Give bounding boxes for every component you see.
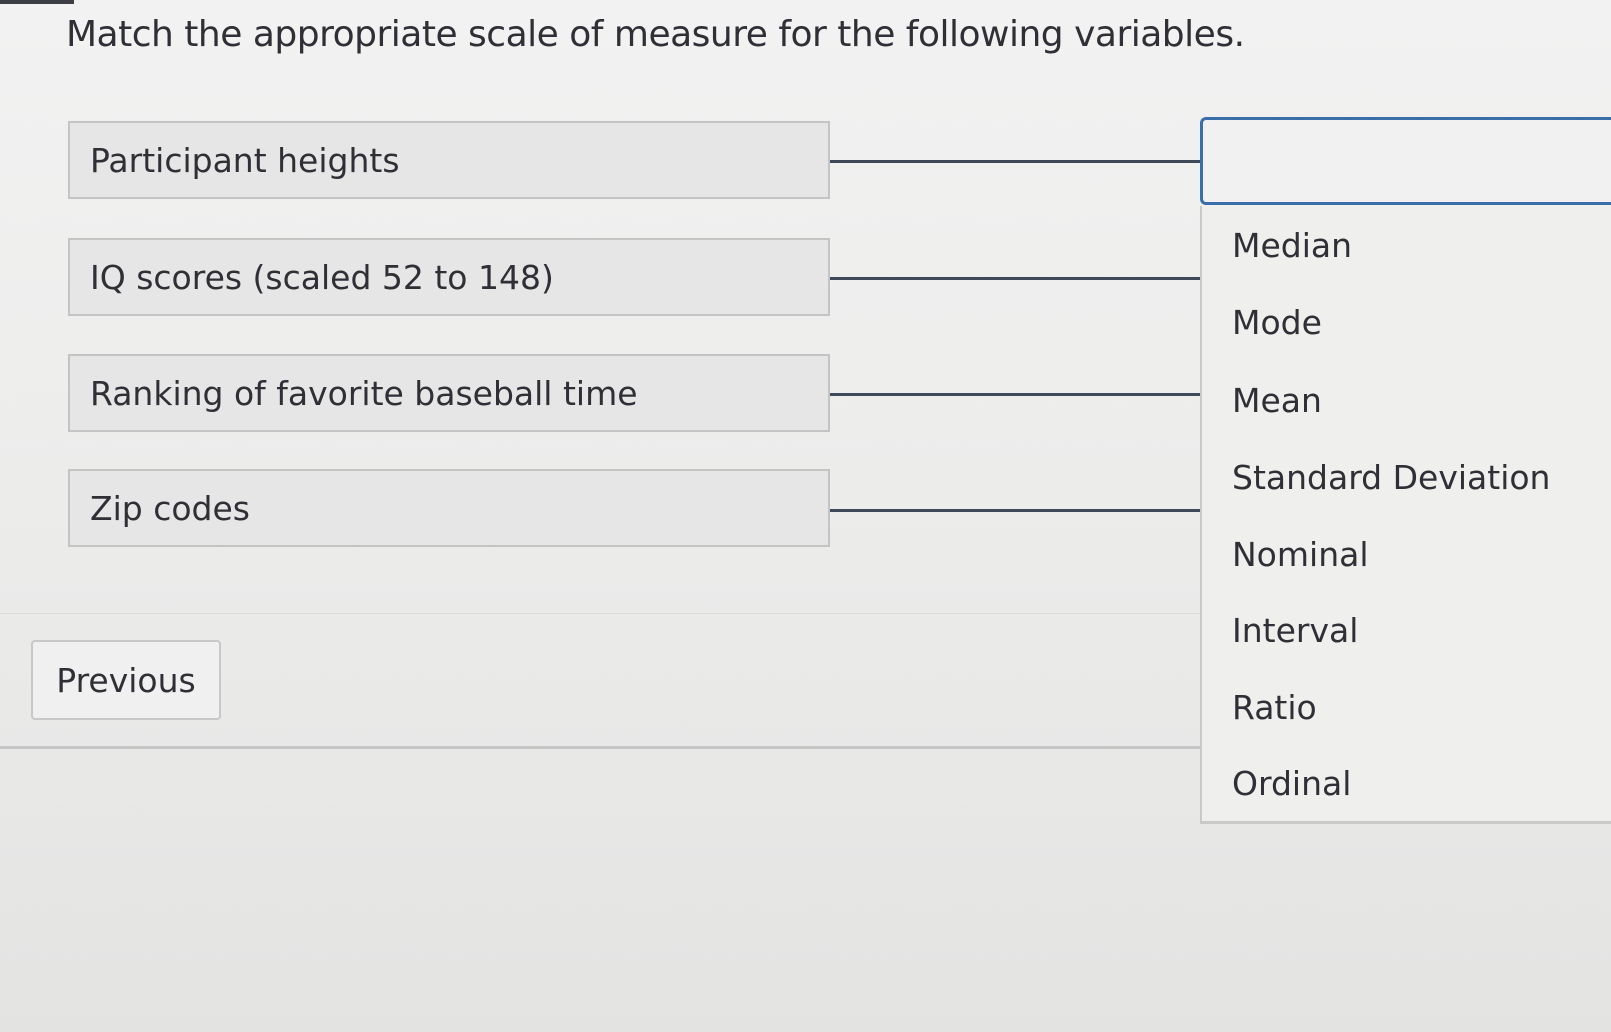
option-interval[interactable]: Interval [1232,611,1358,650]
option-ordinal[interactable]: Ordinal [1232,764,1351,803]
connector-line [830,509,1204,512]
connector-line [830,160,1204,163]
option-mode[interactable]: Mode [1232,303,1322,342]
prompt-iq-scores[interactable]: IQ scores (scaled 52 to 148) [68,238,830,316]
connector-line [830,277,1204,280]
previous-button[interactable]: Previous [31,640,221,720]
option-nominal[interactable]: Nominal [1232,535,1369,574]
prompt-ranking-baseball[interactable]: Ranking of favorite baseball time [68,354,830,432]
prompt-label: IQ scores (scaled 52 to 148) [90,257,554,297]
option-mean[interactable]: Mean [1232,381,1322,420]
option-median[interactable]: Median [1232,226,1352,265]
top-accent-bar [0,0,74,4]
prompt-participant-heights[interactable]: Participant heights [68,121,830,199]
footer-divider [0,746,1200,749]
prompt-label: Zip codes [90,488,250,528]
option-ratio[interactable]: Ratio [1232,688,1317,727]
connector-line [830,393,1204,396]
answer-dropdown[interactable] [1200,117,1611,205]
option-standard-deviation[interactable]: Standard Deviation [1232,458,1550,497]
options-list: Median Mode Mean Standard Deviation Nomi… [1200,206,1611,824]
prompt-label: Ranking of favorite baseball time [90,373,638,413]
prompt-label: Participant heights [90,140,400,180]
section-divider [0,613,1200,614]
prompt-zip-codes[interactable]: Zip codes [68,469,830,547]
question-text: Match the appropriate scale of measure f… [66,14,1245,55]
